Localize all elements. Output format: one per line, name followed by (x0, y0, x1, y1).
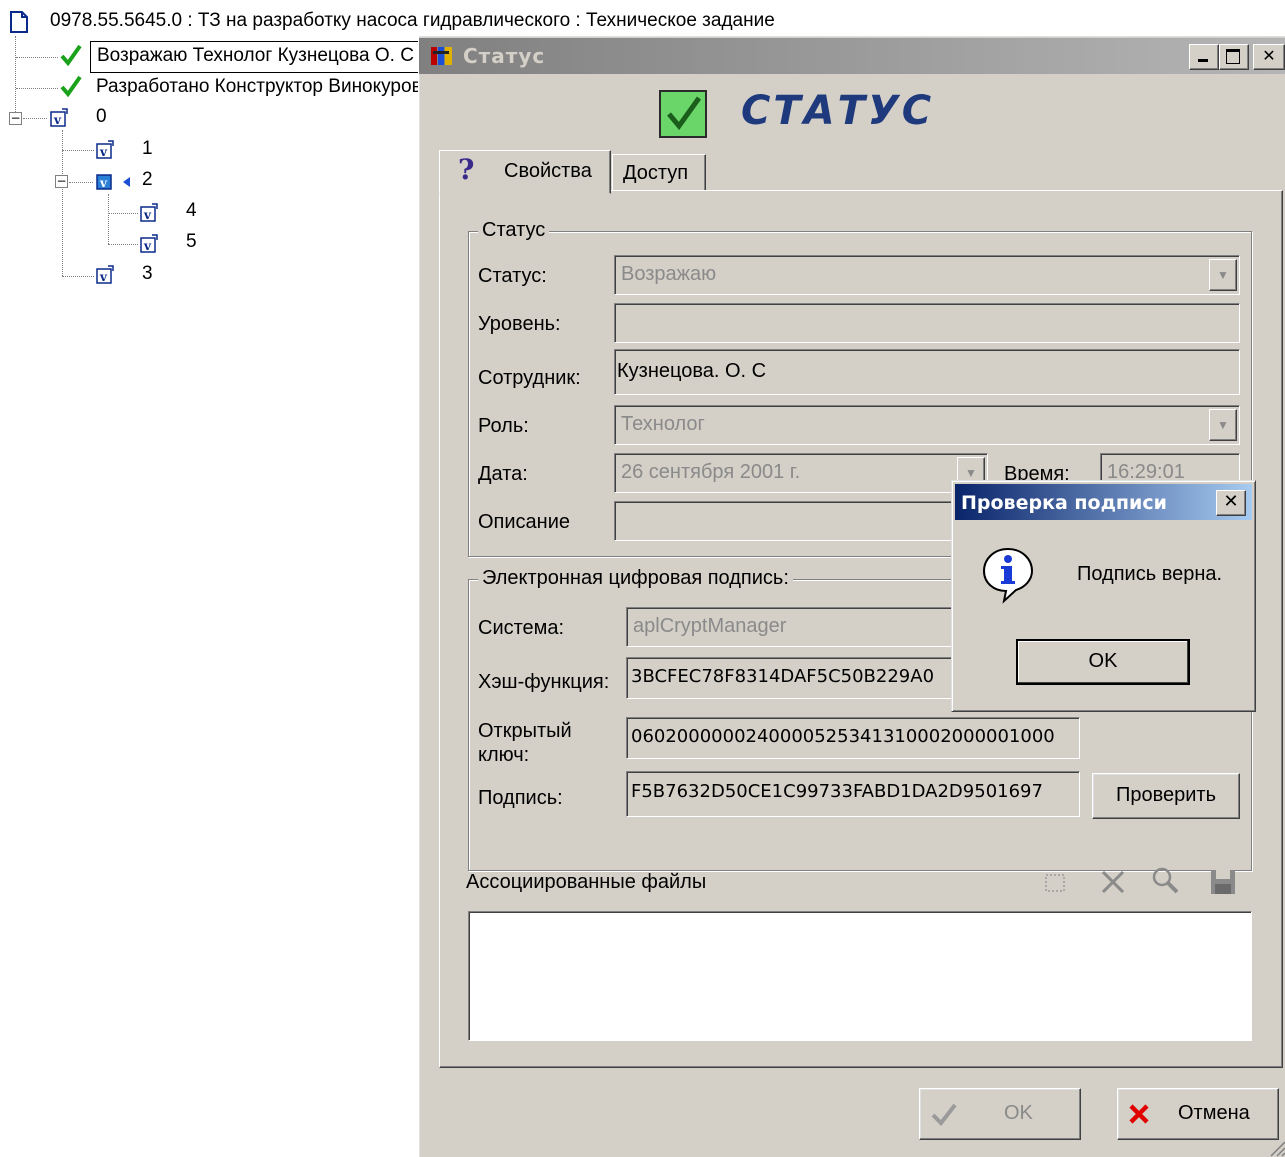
tree-version-label[interactable]: 2 (142, 169, 153, 191)
svg-text:v: v (143, 239, 152, 253)
version-icon: v (50, 108, 68, 127)
save-icon[interactable] (1208, 867, 1238, 897)
employee-field[interactable]: Кузнецова. О. С (614, 349, 1240, 395)
associated-files-list[interactable] (468, 911, 1252, 1041)
dialog-title: Статус (463, 44, 546, 68)
current-marker-icon (123, 177, 130, 187)
ok-button-label: OK (1004, 1102, 1033, 1124)
hash-field[interactable]: 3BCFEC78F8314DAF5C50B229A0 (626, 657, 1006, 699)
info-icon (982, 547, 1034, 604)
svg-text:v: v (99, 176, 108, 190)
tab-label: Доступ (623, 162, 689, 184)
tree-status-item-objection[interactable]: Возражаю Технолог Кузнецова О. С (90, 41, 422, 73)
maximize-icon (1226, 49, 1240, 64)
role-select[interactable]: Технолог (614, 405, 1240, 445)
messagebox-text: Подпись верна. (1077, 563, 1223, 585)
signature-group-legend: Электронная цифровая подпись: (478, 567, 793, 590)
status-label: Статус: (478, 265, 547, 287)
header-title: СТАТУС (741, 88, 935, 134)
tree-version-label[interactable]: 1 (142, 138, 153, 160)
magnifier-icon[interactable] (1150, 865, 1180, 895)
close-button[interactable]: ✕ (1253, 44, 1285, 70)
check-icon (60, 75, 82, 97)
level-label: Уровень: (478, 313, 561, 335)
tab-label: Свойства (504, 160, 592, 182)
dialog-header: СТАТУС (419, 74, 1285, 144)
status-select[interactable]: Возражаю (614, 255, 1240, 295)
tree-version-label[interactable]: 3 (142, 263, 153, 285)
status-check-icon (659, 90, 707, 138)
chevron-down-icon[interactable]: ▼ (1209, 259, 1237, 291)
tree-version-label[interactable]: 4 (186, 200, 197, 222)
delete-icon[interactable] (1098, 867, 1128, 897)
signature-label: Подпись: (478, 787, 563, 809)
help-icon: ? (458, 153, 475, 186)
close-icon: ✕ (1223, 491, 1239, 512)
close-icon: ✕ (1262, 46, 1276, 65)
cancel-button[interactable]: Отмена (1117, 1088, 1279, 1140)
check-icon (931, 1103, 957, 1127)
svg-text:v: v (143, 208, 152, 222)
app-icon (431, 47, 452, 65)
version-icon: v (96, 140, 114, 159)
public-key-label-line1: Открытый (478, 720, 572, 742)
version-icon-current: v (96, 174, 112, 190)
version-icon: v (140, 234, 158, 253)
status-group-legend: Статус (478, 219, 550, 242)
system-field[interactable]: aplCryptManager (626, 607, 1006, 647)
resize-grip-icon[interactable] (1268, 1139, 1285, 1157)
tree-version-label[interactable]: 5 (186, 231, 197, 253)
version-icon: v (96, 265, 114, 284)
tab-properties[interactable]: ? Свойства (439, 150, 611, 194)
public-key-label-line2: ключ: (478, 744, 530, 766)
role-label: Роль: (478, 415, 529, 437)
signature-field[interactable]: F5B7632D50CE1C99733FABD1DA2D9501697 (626, 771, 1080, 817)
svg-text:v: v (99, 145, 108, 159)
tree-status-item-label: Разработано Конструктор Винокуров (96, 76, 418, 97)
tree-version-label[interactable]: 0 (96, 106, 107, 128)
tree-status-item-label: Возражаю Технолог Кузнецова О. С (97, 45, 414, 66)
close-icon (1129, 1104, 1149, 1124)
hash-label: Хэш-функция: (478, 671, 610, 693)
maximize-button[interactable] (1219, 44, 1249, 70)
public-key-field[interactable]: 0602000000240000525341310002000001000 (626, 717, 1080, 759)
dialog-titlebar[interactable]: Статус ✕ (419, 38, 1285, 74)
ok-button[interactable]: OK (919, 1088, 1081, 1140)
public-key-label: Открытый ключ: (478, 719, 572, 767)
minimize-icon (1198, 59, 1208, 62)
description-label: Описание (478, 511, 571, 533)
messagebox-title: Проверка подписи (961, 492, 1167, 514)
tab-access[interactable]: Доступ (612, 154, 706, 192)
associated-files-label: Ассоциированные файлы (466, 871, 707, 893)
document-icon (10, 11, 28, 33)
collapse-toggle[interactable]: − (9, 112, 22, 125)
collapse-toggle[interactable]: − (55, 175, 68, 188)
signature-check-messagebox: Проверка подписи ✕ Подпись верна. OK (951, 480, 1256, 712)
check-icon (60, 44, 82, 66)
messagebox-ok-button[interactable]: OK (1016, 639, 1190, 685)
chevron-down-icon[interactable]: ▼ (1209, 409, 1237, 441)
minimize-button[interactable] (1189, 44, 1219, 70)
level-field[interactable] (614, 303, 1240, 343)
messagebox-close-button[interactable]: ✕ (1216, 490, 1246, 516)
employee-label: Сотрудник: (478, 367, 581, 389)
svg-text:v: v (53, 113, 62, 127)
system-label: Система: (478, 617, 565, 639)
svg-text:v: v (99, 270, 108, 284)
new-file-icon[interactable] (1040, 867, 1070, 897)
cancel-button-label: Отмена (1178, 1102, 1250, 1124)
document-tree[interactable]: 0978.55.5645.0 : ТЗ на разработку насоса… (0, 0, 775, 1157)
version-icon: v (140, 203, 158, 222)
messagebox-titlebar[interactable]: Проверка подписи ✕ (955, 484, 1252, 520)
date-picker[interactable]: 26 сентября 2001 г. (614, 453, 988, 493)
date-label: Дата: (478, 463, 528, 485)
verify-signature-button[interactable]: Проверить (1092, 773, 1240, 819)
tree-root-label[interactable]: 0978.55.5645.0 : ТЗ на разработку насоса… (50, 10, 775, 32)
tree-status-item-developed[interactable]: Разработано Конструктор Винокуров (90, 73, 418, 103)
